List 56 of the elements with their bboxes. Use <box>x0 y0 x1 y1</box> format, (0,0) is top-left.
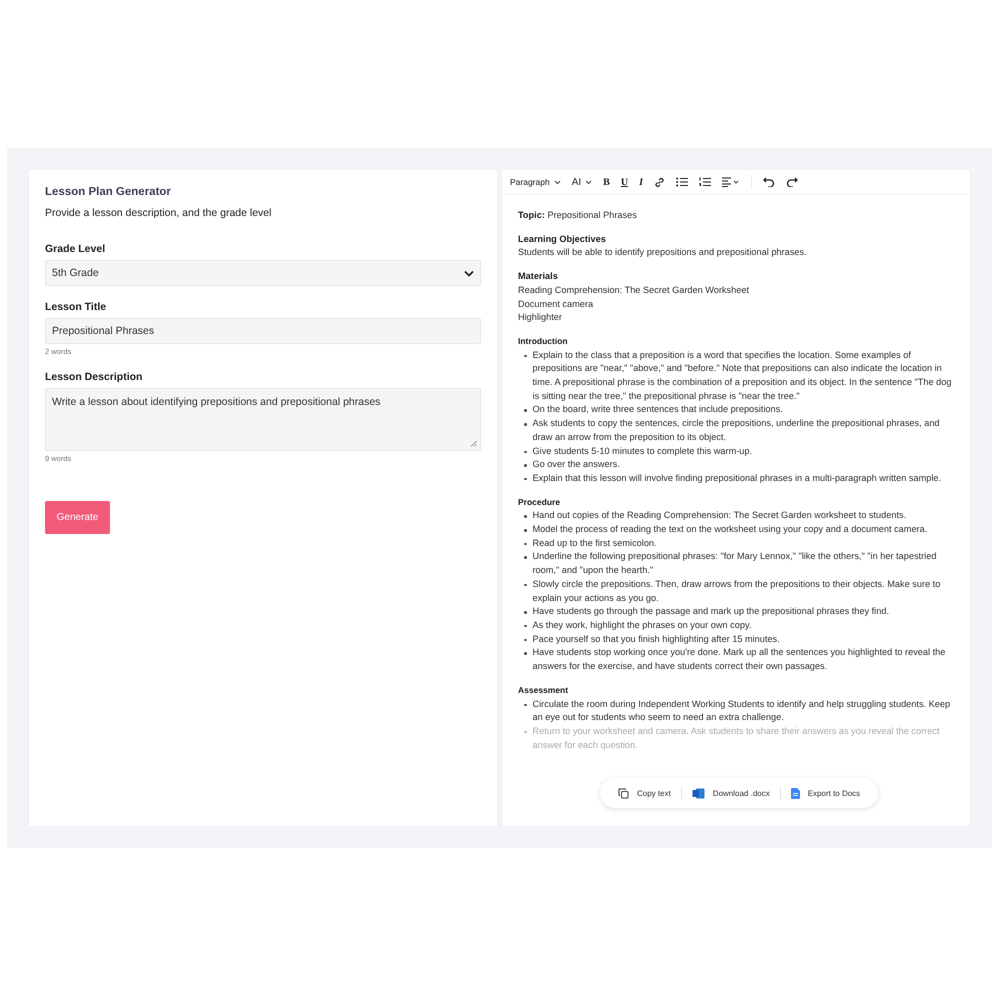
grade-select[interactable]: 5th Grade <box>45 260 481 286</box>
section-text: Highlighter <box>518 311 563 324</box>
list-item-text: Slowly circle the prepositions. Then, draw arrows from the prepositions to their objects. Make sure to explain your actions as you go. <box>532 578 942 605</box>
redo-icon[interactable] <box>786 177 798 187</box>
chevron-down-icon <box>464 270 474 276</box>
resize-handle-icon[interactable] <box>470 440 477 447</box>
topic-line: Topic: Prepositional Phrases <box>518 210 637 220</box>
list-item-text: Ask students to copy the sentences, circle the prepositions, underline the prepositional phrases, and draw an arrow from the preposition to its object. <box>532 417 941 444</box>
section-text: Document camera <box>518 298 594 311</box>
bold-button[interactable]: B <box>603 176 610 188</box>
list-item-text: Circulate the room during Independent Working Students to identify and help struggling students. Keep an eye out for students who seem to need an extra challenge. <box>532 698 952 724</box>
description-textarea[interactable]: Write a lesson about identifying prepositions and prepositional phrases <box>45 388 481 451</box>
list-item-text: Go over the answers. <box>532 458 620 472</box>
section-heading: Assessment <box>518 684 570 697</box>
list-item-text: Read up to the first semicolon. <box>532 536 657 550</box>
title-input[interactable]: Prepositional Phrases <box>45 318 481 344</box>
section-heading: Materials <box>518 270 559 284</box>
copy-icon <box>618 788 629 798</box>
caret-icon <box>585 180 592 184</box>
list-item-text: Model the process of reading the text on the worksheet using your copy and a document camera. <box>532 523 928 536</box>
section-heading: Procedure <box>518 496 562 509</box>
document-icon <box>790 788 800 798</box>
form-subtitle: Provide a lesson description, and the grade level <box>45 207 272 219</box>
numbered-list-icon[interactable] <box>698 177 711 187</box>
list-item-text: Have students go through the passage and mark up the prepositional phrases they find. <box>532 605 890 618</box>
list-item-text: Hand out copies of the Reading Comprehension: The Secret Garden worksheet to students. <box>532 509 906 522</box>
list-item-text: Underline the following prepositional phrases: "for Mary Lennox," "like the others," "in her tapestried room," and "upon the hearth." <box>532 550 938 578</box>
underline-button[interactable]: U <box>620 176 628 188</box>
caret-icon <box>554 180 561 184</box>
font-size-dropdown[interactable]: AI <box>572 176 592 188</box>
list-item-text: On the board, write three sentences that include prepositions. <box>532 403 783 416</box>
field-label: Lesson Description <box>45 371 144 383</box>
field-label: Lesson Title <box>45 301 108 313</box>
link-icon[interactable] <box>654 176 665 188</box>
section-text: Students will be able to identify prepositions and prepositional phrases. <box>518 246 808 260</box>
undo-icon[interactable] <box>762 177 775 187</box>
list-item-text: Explain to the class that a preposition is a word that specifies the location. Some examples of prepositions are "near," "above," and "before." Note that prepositions can also indicate the location in time. A prepositional phrase is the combination of a preposition and its object. In the sentence "The dog is sitting near the tree," the prepositional phrase is "near the tree." <box>532 348 952 403</box>
section-text: Reading Comprehension: The Secret Garden Worksheet <box>518 284 750 297</box>
section-heading: Introduction <box>518 334 569 348</box>
section-heading: Learning Objectives <box>518 232 607 246</box>
paragraph-dropdown[interactable]: Paragraph <box>510 177 561 187</box>
list-item-text: As they work, highlight the phrases on your own copy. <box>532 618 752 632</box>
bullet-list-icon[interactable] <box>676 177 688 187</box>
list-item-text: Return to your worksheet and camera. Ask students to share their answers as you reveal the correct answer for each question. <box>532 724 940 752</box>
list-item-text: Explain that this lesson will involve finding prepositional phrases in a multi-paragraph written sample. <box>532 472 942 485</box>
field-label: Grade Level <box>45 243 106 255</box>
list-item-text: Give students 5-10 minutes to complete this warm-up. <box>532 444 752 458</box>
italic-button[interactable]: I <box>639 176 643 188</box>
list-item-text: Pace yourself so that you finish highlighting after 15 minutes. <box>532 632 780 646</box>
export-button[interactable]: Download .docx <box>688 788 774 798</box>
list-item-text: Have students stop working once you're done. Mark up all the sentences you highlighted to reveal the answers for the exercise, and have students correct their own passages. <box>532 646 946 674</box>
form-title: Lesson Plan Generator <box>45 186 172 198</box>
document-icon <box>692 788 705 798</box>
export-button[interactable]: Copy text <box>614 788 675 798</box>
align-left-icon[interactable] <box>722 177 740 187</box>
export-button[interactable]: Export to Docs <box>786 788 864 798</box>
